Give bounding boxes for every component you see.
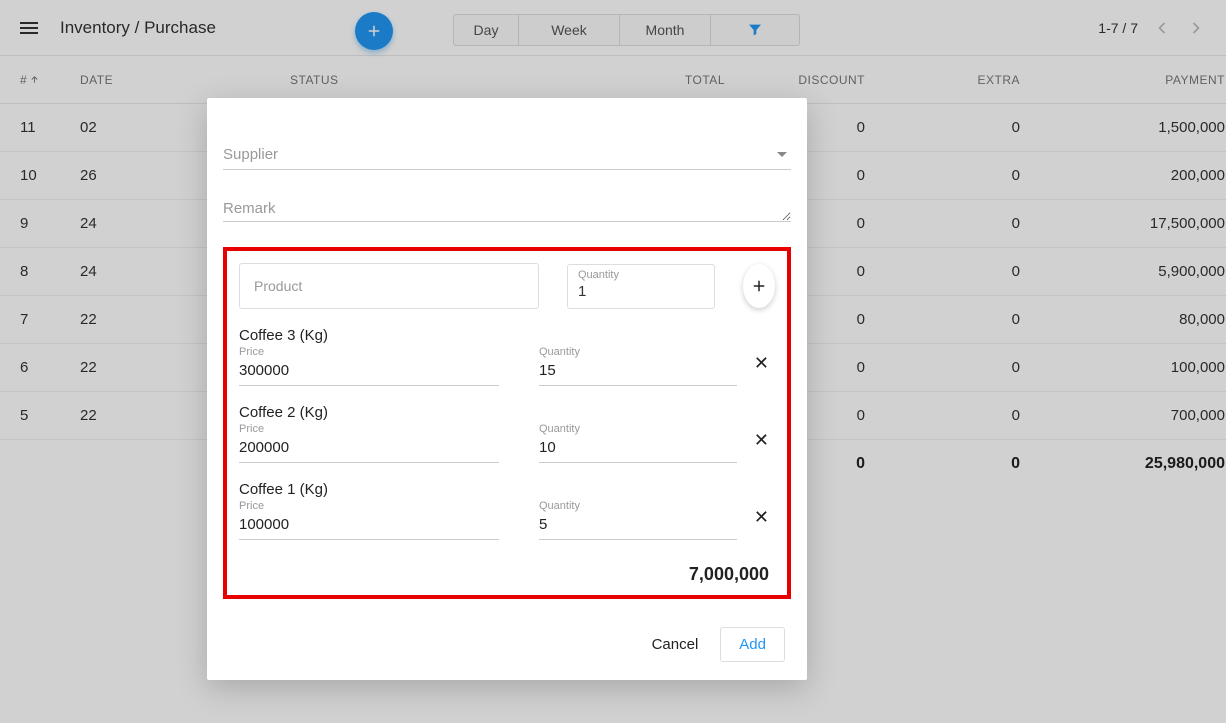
remark-input[interactable] xyxy=(223,190,791,222)
line-item: Coffee 2 (Kg) Price200000 Quantity10 ✕ xyxy=(239,404,775,463)
confirm-add-button[interactable]: Add xyxy=(720,627,785,662)
chevron-down-icon xyxy=(777,152,787,157)
line-item: Coffee 3 (Kg) Price300000 Quantity15 ✕ xyxy=(239,327,775,386)
quantity-input[interactable]: Quantity 1 xyxy=(567,264,715,309)
price-label: Price xyxy=(239,500,499,512)
item-name: Coffee 2 (Kg) xyxy=(239,404,775,421)
qty-label: Quantity xyxy=(539,500,737,512)
qty-field[interactable]: Quantity15 xyxy=(539,346,737,386)
price-value: 100000 xyxy=(239,512,499,540)
purchase-modal: Supplier Remark Product Quantity 1 Coffe… xyxy=(207,98,807,680)
items-panel: Product Quantity 1 Coffee 3 (Kg)Price300… xyxy=(223,247,791,599)
quantity-value: 1 xyxy=(578,283,704,300)
price-label: Price xyxy=(239,346,499,358)
subtotal: 7,000,000 xyxy=(239,564,769,585)
remove-item-button[interactable]: ✕ xyxy=(754,430,769,451)
price-label: Price xyxy=(239,423,499,435)
supplier-field[interactable]: Supplier xyxy=(223,136,791,170)
qty-label: Quantity xyxy=(539,346,737,358)
remove-item-button[interactable]: ✕ xyxy=(754,507,769,528)
modal-actions: Cancel Add xyxy=(223,627,791,662)
remark-field[interactable]: Remark xyxy=(223,190,791,227)
plus-icon xyxy=(750,277,768,295)
price-field[interactable]: Price200000 xyxy=(239,423,499,463)
remove-item-button[interactable]: ✕ xyxy=(754,353,769,374)
price-field[interactable]: Price100000 xyxy=(239,500,499,540)
qty-label: Quantity xyxy=(539,423,737,435)
item-name: Coffee 3 (Kg) xyxy=(239,327,775,344)
add-item-button[interactable] xyxy=(743,264,775,308)
product-input[interactable]: Product xyxy=(239,263,539,309)
supplier-input[interactable] xyxy=(223,136,791,170)
item-name: Coffee 1 (Kg) xyxy=(239,481,775,498)
quantity-label: Quantity xyxy=(578,269,704,281)
cancel-button[interactable]: Cancel xyxy=(652,636,699,653)
line-item: Coffee 1 (Kg) Price100000 Quantity5 ✕ xyxy=(239,481,775,540)
price-field[interactable]: Price300000 xyxy=(239,346,499,386)
qty-field[interactable]: Quantity5 xyxy=(539,500,737,540)
price-value: 300000 xyxy=(239,358,499,386)
add-item-row: Product Quantity 1 xyxy=(239,263,775,309)
qty-field[interactable]: Quantity10 xyxy=(539,423,737,463)
qty-value: 10 xyxy=(539,435,737,463)
price-value: 200000 xyxy=(239,435,499,463)
qty-value: 5 xyxy=(539,512,737,540)
qty-value: 15 xyxy=(539,358,737,386)
